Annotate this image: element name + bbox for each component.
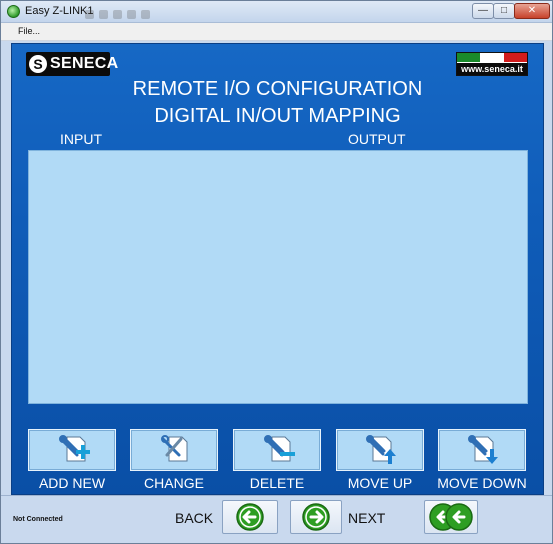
close-button[interactable]: ✕ [514, 3, 550, 19]
toolbar-icon [99, 10, 108, 19]
page-subtitle: DIGITAL IN/OUT MAPPING [154, 105, 401, 127]
background-toolbar [85, 6, 425, 19]
toolbar-icon [85, 10, 94, 19]
minimize-button[interactable]: — [472, 3, 494, 19]
back-label: BACK [175, 510, 214, 526]
mapping-list[interactable] [28, 150, 528, 404]
configuration-panel: S SENECA www.seneca.it REMOTE I/O CONFIG… [11, 43, 544, 495]
delete-button[interactable] [233, 429, 321, 471]
connection-status: Not Connected [13, 516, 63, 523]
double-arrow-left-icon [429, 503, 473, 531]
arrow-up-icon [366, 435, 396, 464]
back-button[interactable] [222, 500, 278, 534]
window-title: Easy Z-LINK1 [25, 5, 94, 17]
page-title: REMOTE I/O CONFIGURATION [132, 78, 423, 100]
logo-mark-icon: S [29, 55, 47, 73]
move-down-label: MOVE DOWN [437, 475, 527, 491]
input-column-header: INPUT [60, 131, 102, 147]
delete-label: DELETE [249, 475, 305, 491]
add-new-label: ADD NEW [38, 475, 106, 491]
change-label: CHANGE [144, 475, 204, 491]
title-bar[interactable]: Easy Z-LINK1 — □ ✕ [1, 1, 552, 23]
add-new-button[interactable] [28, 429, 116, 471]
italian-flag-icon [457, 53, 527, 62]
website-url: www.seneca.it [457, 63, 527, 75]
footer-bar: Not Connected BACK NEXT [1, 495, 552, 543]
toolbar-icon [141, 10, 150, 19]
toolbar-icon [113, 10, 122, 19]
add-mapping-icon [59, 435, 90, 462]
menu-file[interactable]: File... [18, 26, 40, 36]
change-button[interactable] [130, 429, 218, 471]
first-page-button[interactable] [424, 500, 478, 534]
edit-mapping-icon [161, 435, 188, 462]
next-button[interactable] [290, 500, 342, 534]
application-window: Easy Z-LINK1 — □ ✕ File... S SENECA www.… [0, 0, 553, 544]
app-icon [7, 5, 20, 18]
maximize-button[interactable]: □ [493, 3, 515, 19]
arrow-right-icon [302, 503, 330, 531]
seneca-logo: S SENECA [26, 52, 118, 76]
delete-mapping-icon [264, 435, 295, 462]
move-up-label: MOVE UP [347, 475, 413, 491]
move-up-button[interactable] [336, 429, 424, 471]
logo-text: SENECA [50, 55, 119, 72]
arrow-left-icon [236, 503, 264, 531]
arrow-down-icon [468, 435, 498, 464]
menu-bar: File... [1, 23, 552, 41]
output-column-header: OUTPUT [348, 131, 406, 147]
next-label: NEXT [348, 510, 386, 526]
toolbar-icon [127, 10, 136, 19]
website-badge: www.seneca.it [456, 52, 528, 76]
move-down-button[interactable] [438, 429, 526, 471]
